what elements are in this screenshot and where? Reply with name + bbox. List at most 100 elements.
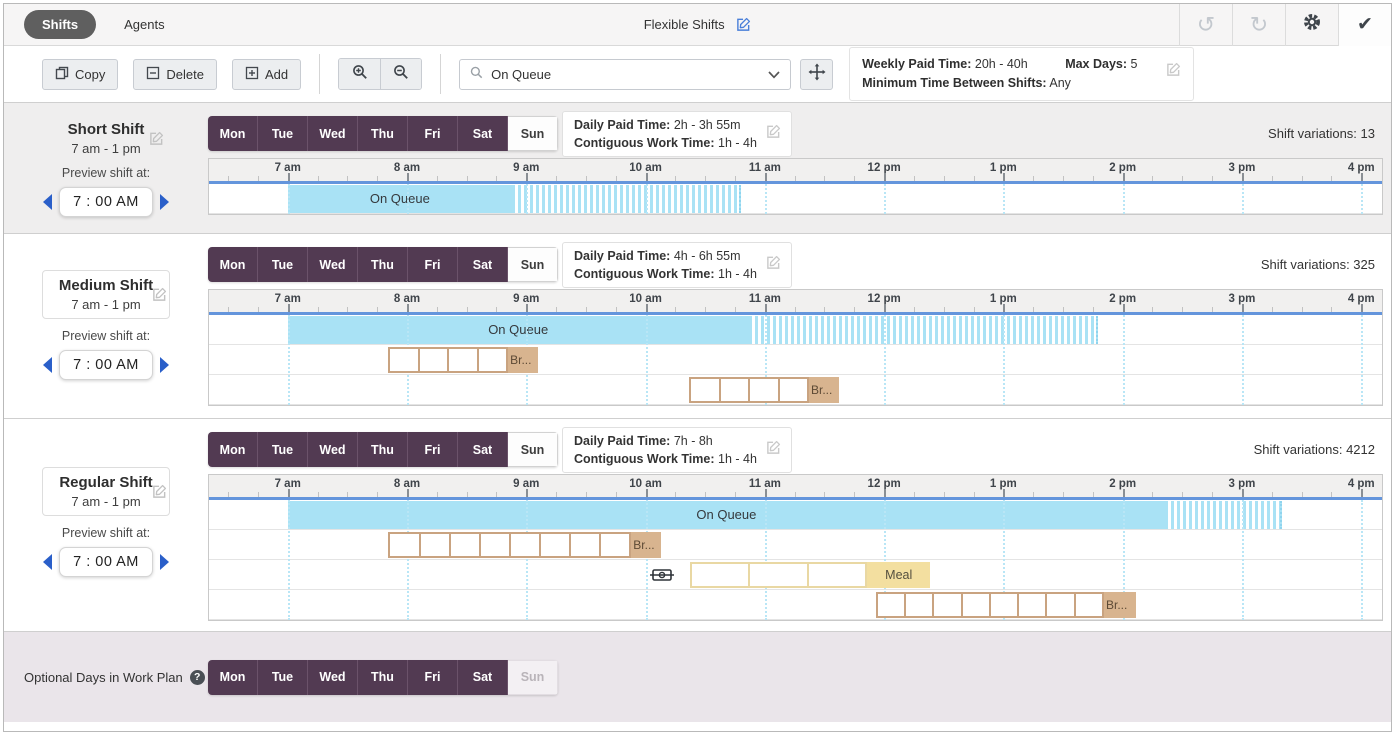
medium-day-sat[interactable]: Sat [458,247,508,282]
regular-day-mon[interactable]: Mon [208,432,258,467]
edit-weekly-icon[interactable] [1166,62,1181,77]
short-preview-time[interactable]: 7 : 00 AM [59,187,153,217]
max-days-label: Max Days: [1065,57,1127,71]
regular-meal-block-2[interactable]: Meal [867,562,930,588]
zoom-in-button[interactable] [339,59,380,89]
add-button[interactable]: Add [232,59,301,90]
short-contiguous-value: 1h - 4h [715,136,757,150]
redo-button[interactable]: ↻ [1232,4,1285,46]
shift-sections: Short Shift7 am - 1 pmPreview shift at:7… [4,103,1391,632]
regular-break-window-1[interactable] [388,532,631,558]
short-preview-label: Preview shift at: [62,166,150,180]
medium-preview-time[interactable]: 7 : 00 AM [59,350,153,380]
short-day-sun[interactable]: Sun [508,116,558,151]
short-spinner-prev-arrow[interactable] [43,194,52,210]
medium-day-mon[interactable]: Mon [208,247,258,282]
medium-preview-label: Preview shift at: [62,329,150,343]
short-day-sat[interactable]: Sat [458,116,508,151]
short-contiguous-line: Contiguous Work Time: 1h - 4h [574,134,757,152]
regular-day-fri[interactable]: Fri [408,432,458,467]
medium-day-fri[interactable]: Fri [408,247,458,282]
edit-short-icon[interactable] [149,131,164,146]
medium-on-queue-bar[interactable]: On Queue [288,316,749,344]
short-day-fri[interactable]: Fri [408,116,458,151]
optional-day-tue[interactable]: Tue [258,660,308,695]
regular-preview-time[interactable]: 7 : 00 AM [59,547,153,577]
edit-short-daily-icon[interactable] [766,124,781,139]
regular-break-block-3[interactable]: Br... [1104,592,1136,618]
short-contiguous-label: Contiguous Work Time: [574,136,715,150]
optional-day-sat[interactable]: Sat [458,660,508,695]
medium-day-sun[interactable]: Sun [508,247,558,282]
medium-break-window-2[interactable] [689,377,809,403]
short-on-queue-variable-bar[interactable] [512,185,741,213]
settings-button[interactable] [1285,4,1338,46]
medium-lane-1: Br... [209,345,1382,375]
regular-day-tue[interactable]: Tue [258,432,308,467]
medium-day-tue[interactable]: Tue [258,247,308,282]
axis-hour-tick [884,489,886,497]
shift-section-medium: Medium Shift7 am - 1 pmPreview shift at:… [4,234,1391,419]
regular-meal-window-2[interactable] [690,562,867,588]
copy-button[interactable]: Copy [42,59,118,90]
medium-on-queue-variable-bar[interactable] [749,316,1099,344]
medium-preview-spinner: 7 : 00 AM [43,350,169,380]
help-icon[interactable]: ? [190,670,205,685]
break-window-cell [511,534,541,556]
medium-day-thu[interactable]: Thu [358,247,408,282]
short-day-tue[interactable]: Tue [258,116,308,151]
short-on-queue-bar[interactable]: On Queue [288,185,512,213]
edit-medium-icon[interactable] [152,287,167,302]
axis-hour-tick [526,304,528,312]
optional-day-group: MonTueWedThuFriSatSun [208,660,558,695]
optional-day-fri[interactable]: Fri [408,660,458,695]
regular-day-sun[interactable]: Sun [508,432,558,467]
zoom-out-button[interactable] [380,59,421,89]
short-lane-0: On Queue [209,184,1382,214]
medium-break-window-1[interactable] [388,347,508,373]
short-day-wed[interactable]: Wed [308,116,358,151]
regular-day-wed[interactable]: Wed [308,432,358,467]
optional-day-thu[interactable]: Thu [358,660,408,695]
edit-regular-icon[interactable] [152,484,167,499]
regular-on-queue-variable-bar[interactable] [1165,501,1282,529]
medium-contiguous-line: Contiguous Work Time: 1h - 4h [574,265,757,283]
medium-break-block-1[interactable]: Br... [508,347,538,373]
edit-title-icon[interactable] [736,17,751,32]
regular-day-thu[interactable]: Thu [358,432,408,467]
break-window-cell [878,594,906,616]
short-day-mon[interactable]: Mon [208,116,258,151]
regular-on-queue-bar[interactable]: On Queue [288,501,1165,529]
medium-spinner-prev-arrow[interactable] [43,357,52,373]
medium-day-wed[interactable]: Wed [308,247,358,282]
meal-window-cell [809,564,865,586]
unpaid-meal-icon[interactable] [650,567,674,588]
axis-hour-tick [884,304,886,312]
regular-day-sat[interactable]: Sat [458,432,508,467]
regular-spinner-prev-arrow[interactable] [43,554,52,570]
short-spinner-next-arrow[interactable] [160,194,169,210]
optional-day-mon[interactable]: Mon [208,660,258,695]
medium-break-block-2[interactable]: Br... [809,377,839,403]
medium-spinner-next-arrow[interactable] [160,357,169,373]
edit-medium-daily-icon[interactable] [766,255,781,270]
regular-break-window-3[interactable] [876,592,1104,618]
regular-spinner-next-arrow[interactable] [160,554,169,570]
edit-regular-daily-icon[interactable] [766,440,781,455]
max-days-value: 5 [1131,57,1138,71]
tab-agents[interactable]: Agents [124,17,164,32]
confirm-button[interactable]: ✔ [1338,4,1391,46]
medium-daily-paid-label: Daily Paid Time: [574,249,670,263]
break-window-cell [1076,594,1102,616]
short-day-thu[interactable]: Thu [358,116,408,151]
short-shift-variations: Shift variations: 13 [1268,126,1383,141]
tab-shifts[interactable]: Shifts [24,10,96,39]
activity-select[interactable]: On Queue [459,59,791,90]
move-activity-button[interactable] [800,59,833,90]
optional-day-wed[interactable]: Wed [308,660,358,695]
search-icon [470,66,483,82]
undo-button[interactable]: ↺ [1179,4,1232,46]
delete-button[interactable]: Delete [133,59,217,90]
regular-break-block-1[interactable]: Br... [631,532,661,558]
optional-days-section: Optional Days in Work Plan ? MonTueWedTh… [4,632,1391,722]
